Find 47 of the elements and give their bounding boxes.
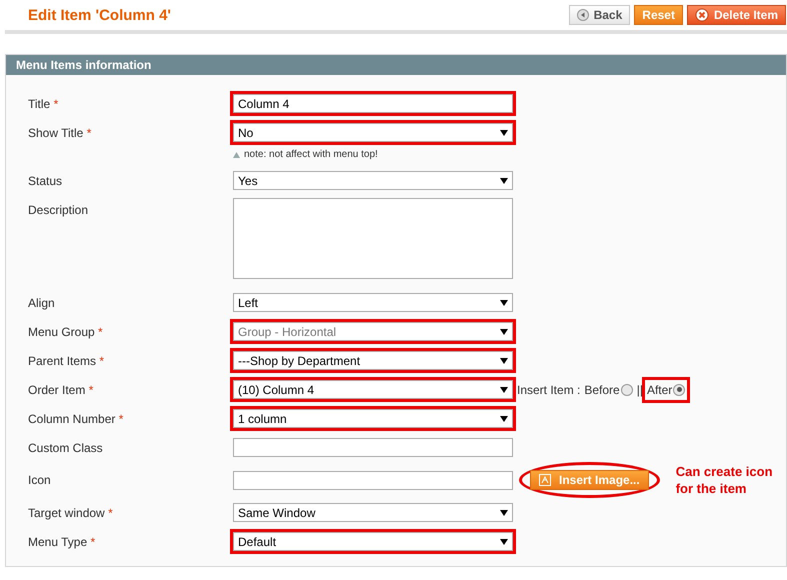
- select-field[interactable]: Default: [233, 532, 513, 551]
- select-field[interactable]: Yes: [233, 171, 513, 190]
- back-icon: [576, 9, 589, 21]
- insert-label: Insert Item :: [517, 382, 580, 396]
- radio-option[interactable]: Before: [582, 380, 635, 400]
- triangle-icon: [233, 152, 240, 158]
- dropdown-caret-icon: [500, 386, 508, 392]
- select-field[interactable]: No: [233, 123, 513, 142]
- field-label: Title *: [28, 96, 60, 110]
- field-label: Description: [28, 202, 90, 217]
- image-icon: [539, 474, 551, 486]
- field-note: note: not affect with menu top!: [244, 149, 378, 160]
- delete-icon: [694, 8, 709, 22]
- field-label: Menu Group *: [28, 324, 104, 338]
- select-field[interactable]: Left: [233, 293, 513, 312]
- page-title: Edit Item 'Column 4': [28, 6, 171, 24]
- select-field[interactable]: Same Window: [233, 503, 513, 522]
- dropdown-caret-icon: [500, 328, 508, 334]
- field-label: Show Title *: [28, 126, 92, 140]
- separator: ||: [636, 382, 643, 396]
- select-field[interactable]: ---Shop by Department: [233, 351, 513, 370]
- select-field[interactable]: 1 column: [233, 409, 513, 428]
- dropdown-caret-icon: [500, 358, 508, 364]
- text-field[interactable]: [233, 470, 513, 490]
- text-field[interactable]: Column 4: [233, 94, 513, 113]
- select-field[interactable]: (10) Column 4: [233, 380, 513, 399]
- dropdown-caret-icon: [500, 416, 508, 422]
- field-label: Parent Items *: [28, 354, 106, 368]
- back-button[interactable]: Back: [568, 5, 630, 25]
- text-field[interactable]: [233, 438, 513, 457]
- dropdown-caret-icon: [500, 510, 508, 516]
- field-label: Menu Type *: [28, 534, 96, 548]
- field-label: Column Number *: [28, 412, 124, 426]
- field-label: Align: [28, 296, 56, 310]
- dropdown-caret-icon: [500, 300, 508, 306]
- dropdown-caret-icon: [500, 538, 508, 544]
- field-label: Icon: [28, 473, 52, 487]
- section-header: Menu Items information: [6, 55, 786, 75]
- field-label: Target window *: [28, 506, 114, 520]
- field-label: Status: [28, 174, 64, 188]
- field-label: Order Item *: [28, 382, 94, 396]
- textarea-field[interactable]: [233, 198, 513, 279]
- dropdown-caret-icon: [500, 178, 508, 184]
- radio-option[interactable]: After: [644, 380, 688, 400]
- field-label: Custom Class: [28, 440, 104, 454]
- dropdown-caret-icon: [500, 130, 508, 136]
- annotation-text: Can create icon for the item: [676, 463, 774, 497]
